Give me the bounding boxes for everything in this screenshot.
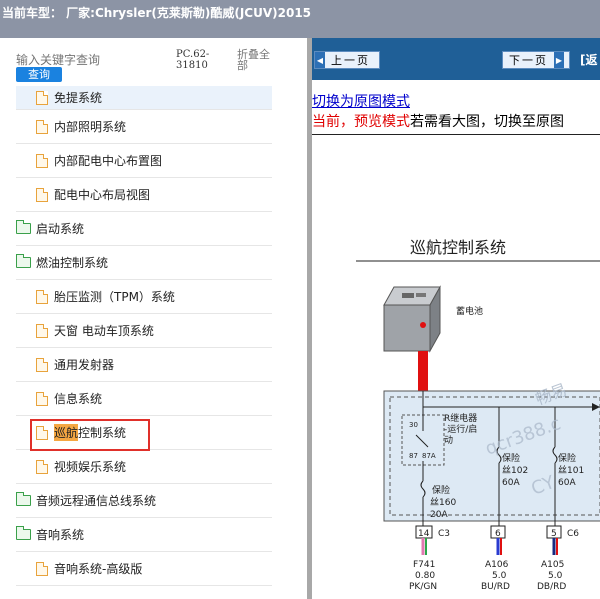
document-icon [36,323,48,338]
svg-text:R继电器: R继电器 [444,412,477,424]
svg-text:PK/GN: PK/GN [409,582,437,592]
search-input[interactable] [16,52,166,68]
document-icon [36,119,48,134]
document-icon [36,187,48,202]
wiring-diagram[interactable]: 巡航控制系统 蓄电池 30 87 87A R继电器 -运行/启 动 保险 丝16… [312,135,600,599]
tree-scroll-area [272,38,307,599]
tree-item-label: 音响系统 [36,528,85,542]
document-icon [36,153,48,168]
tree-item-label: 音响系统-高级版 [54,562,143,576]
svg-text:60A: 60A [502,478,520,488]
svg-text:5: 5 [551,529,557,539]
window-title: 当前车型： 厂家:Chrysler(克莱斯勒)酷威(JCUV)2015 [0,0,600,38]
svg-text:6: 6 [495,529,501,539]
svg-text:5.0: 5.0 [548,571,563,581]
svg-text:F741: F741 [413,560,435,570]
tree-item-pdc-view[interactable]: 配电中心布局视图 [16,178,272,212]
svg-text:保险: 保险 [432,484,450,496]
folder-icon [16,526,31,540]
tree-folder-fuel-control[interactable]: 燃油控制系统 [16,246,272,280]
document-icon [36,289,48,304]
system-tree: 免提系统 内部照明系统 内部配电中心布置图 配电中心布局视图 启动系统 燃油控制… [0,86,272,599]
tree-item-sunroof[interactable]: 天窗 电动车顶系统 [16,314,272,348]
svg-text:DB/RD: DB/RD [537,582,566,592]
tree-item-label: 内部配电中心布置图 [54,154,163,168]
svg-text:-运行/启: -运行/启 [444,423,477,435]
page-nav-bar: ◀ 上一页 下一页 ▶ [返 [312,38,600,80]
tree-item-label: 燃油控制系统 [36,256,109,270]
document-icon [36,459,48,474]
svg-text:A106: A106 [485,560,509,570]
arrow-right-icon: ▶ [554,52,564,68]
battery-icon [383,285,441,353]
svg-text:87: 87 [409,452,418,460]
left-pane: 查询 PC.62-31810 折叠全部 免提系统 内部照明系统 内部配电中心布置… [0,38,307,599]
svg-text:60A: 60A [558,478,576,488]
return-link[interactable]: [返 [580,51,598,68]
tree-item-label: 胎压监测（TPM）系统 [54,290,175,304]
pc-code: PC.62-31810 [176,49,210,71]
tree-item-video-entertainment[interactable]: 视频娱乐系统 [16,450,272,484]
document-icon [36,357,48,372]
collapse-all-link[interactable]: 折叠全部 [237,49,277,71]
mode-notice: 当前，预览模式若需看大图，切换至原图 [312,114,564,130]
left-header: 查询 PC.62-31810 折叠全部 [0,38,307,86]
tree-item-tpm[interactable]: 胎压监测（TPM）系统 [16,280,272,314]
arrow-left-icon: ◀ [315,52,325,68]
tree-item-handsfree[interactable]: 免提系统 [16,86,272,110]
svg-text:30: 30 [409,421,418,429]
battery-label: 蓄电池 [456,305,483,317]
folder-icon [16,220,31,234]
svg-text:丝160: 丝160 [430,496,456,508]
tree-item-interior-lighting[interactable]: 内部照明系统 [16,110,272,144]
right-pane: ◀ 上一页 下一页 ▶ [返 切换为原图模式 当前，预览模式若需看大图，切换至原… [312,38,600,599]
switch-original-link[interactable]: 切换为原图模式 [312,91,410,111]
search-button[interactable]: 查询 [16,67,62,82]
folder-icon [16,254,31,268]
document-icon [36,391,48,406]
battery-cable [418,351,428,391]
tree-item-interior-pdc-layout[interactable]: 内部配电中心布置图 [16,144,272,178]
svg-text:丝101: 丝101 [558,464,584,476]
prev-page-button[interactable]: ◀ 上一页 [314,51,380,69]
tree-item-information[interactable]: 信息系统 [16,382,272,416]
tree-item-label: 配电中心布局视图 [54,188,151,202]
svg-text:丝102: 丝102 [502,464,528,476]
svg-text:14: 14 [418,529,430,539]
diagram-title: 巡航控制系统 [410,238,506,257]
selection-outline [30,419,150,451]
tree-folder-starting[interactable]: 启动系统 [16,212,272,246]
svg-text:C3: C3 [438,529,450,539]
svg-text:动: 动 [444,435,453,446]
svg-text:20A: 20A [430,510,448,520]
tree-item-label: 天窗 电动车顶系统 [54,324,154,338]
tree-item-label: 视频娱乐系统 [54,460,127,474]
svg-text:A105: A105 [541,560,564,570]
svg-text:BU/RD: BU/RD [481,582,510,592]
tree-item-universal-transmitter[interactable]: 通用发射器 [16,348,272,382]
next-page-button[interactable]: 下一页 ▶ [502,51,570,69]
tree-item-label: 信息系统 [54,392,103,406]
tree-item-audio-premium[interactable]: 音响系统-高级版 [16,552,272,586]
document-icon [36,90,48,105]
folder-icon [16,492,31,506]
tree-folder-audio-bus[interactable]: 音频远程通信总线系统 [16,484,272,518]
tree-item-label: 内部照明系统 [54,120,127,134]
tree-item-label: 通用发射器 [54,358,115,372]
svg-text:5.0: 5.0 [492,571,507,581]
tree-folder-audio[interactable]: 音响系统 [16,518,272,552]
tree-item-label: 启动系统 [36,222,85,236]
svg-text:保险: 保险 [558,452,576,464]
svg-text:87A: 87A [422,452,436,460]
svg-text:C6: C6 [567,529,579,539]
tree-item-label: 免提系统 [54,91,103,105]
tree-item-label: 音频远程通信总线系统 [36,494,157,508]
document-icon [36,561,48,576]
svg-text:0.80: 0.80 [415,571,435,581]
